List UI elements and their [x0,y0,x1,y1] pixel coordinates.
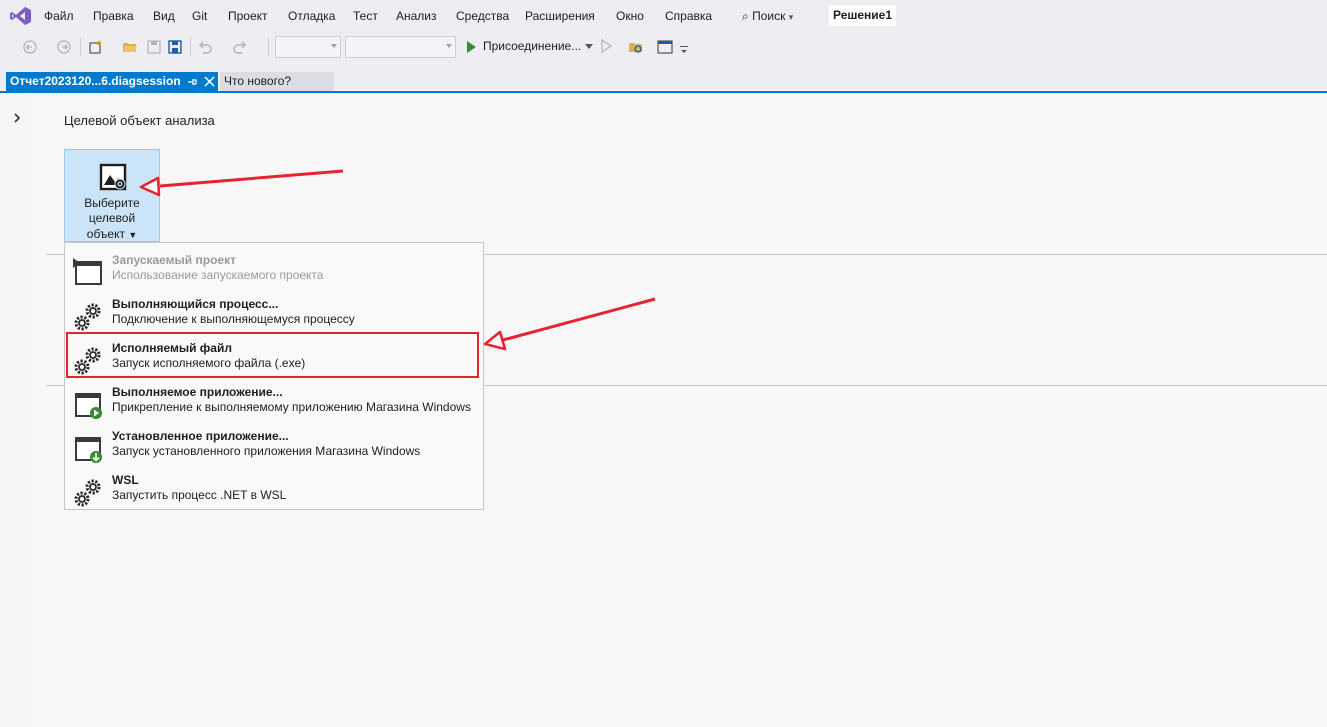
menu-bar: Файл Правка Вид Git Проект Отладка Тест … [0,0,1327,32]
tab-diagsession[interactable]: Отчет2023120...6.diagsession [6,72,218,91]
choose-target-line1: Выберите [84,196,140,210]
menu-item-installed-app[interactable]: Установленное приложение... Запуск устан… [65,426,483,470]
chevron-down-icon[interactable] [585,44,593,50]
menu-analyze[interactable]: Анализ [396,9,437,23]
solution-name: Решение1 [829,5,897,26]
save-all-icon[interactable] [167,39,183,55]
menu-edit[interactable]: Правка [93,9,134,23]
target-picture-gear-icon [99,163,127,191]
play-icon[interactable] [463,39,479,55]
menu-project[interactable]: Проект [228,9,268,23]
menu-item-title: WSL [112,473,139,487]
folder-search-icon[interactable] [628,39,644,55]
window-download-icon [75,437,102,463]
menu-item-startup-project[interactable]: Запускаемый проект Использование запуска… [65,250,483,294]
analysis-target-title: Целевой объект анализа [64,113,215,128]
search-box[interactable]: ⌕ Поиск ▾ [742,9,793,24]
play-outline-icon[interactable] [599,39,613,53]
collapsed-side-panel [0,93,29,727]
choose-target-button[interactable]: Выберите целевой объект ▼ [64,149,160,242]
search-icon: ⌕ [742,9,749,23]
menu-item-title: Запускаемый проект [112,253,236,267]
menu-file[interactable]: Файл [44,9,74,23]
redo-icon[interactable] [232,39,248,55]
menu-git[interactable]: Git [192,9,207,23]
new-project-icon[interactable] [88,39,104,55]
navigate-forward-icon[interactable] [56,39,72,55]
undo-icon[interactable] [197,39,213,55]
toolbar-separator [268,38,269,56]
window-run-icon [75,393,102,419]
menu-item-subtitle: Запустить процесс .NET в WSL [112,488,287,502]
close-icon[interactable] [204,76,215,87]
gears-icon [74,479,101,507]
toolbar-separator [80,38,81,56]
menu-view[interactable]: Вид [153,9,175,23]
menu-item-title: Установленное приложение... [112,429,289,443]
menu-item-subtitle: Запуск установленного приложения Магазин… [112,444,421,458]
menu-item-subtitle: Прикрепление к выполняемому приложению М… [112,400,471,414]
chevron-down-icon: ▾ [788,12,794,22]
menu-debug[interactable]: Отладка [288,9,335,23]
tab-whats-new[interactable]: Что нового? [220,72,334,91]
menu-item-title: Выполняющийся процесс... [112,297,279,311]
menu-item-running-app[interactable]: Выполняемое приложение... Прикрепление к… [65,382,483,426]
solution-configuration-select[interactable] [275,36,341,58]
tab-diagsession-label: Отчет2023120...6.diagsession [10,74,181,88]
save-icon[interactable] [146,39,162,55]
menu-item-subtitle: Подключение к выполняющемуся процессу [112,312,355,326]
menu-tools[interactable]: Средства [456,9,509,23]
open-folder-icon[interactable] [122,39,138,55]
window-layout-icon[interactable] [657,39,673,55]
menu-item-subtitle: Использование запускаемого проекта [112,268,324,282]
attach-button-label[interactable]: Присоединение... [483,39,581,53]
menu-window[interactable]: Окно [616,9,644,23]
chevron-down-icon: ▼ [128,230,138,240]
toolbar-overflow-icon[interactable] [680,46,688,54]
menu-help[interactable]: Справка [665,9,712,23]
visual-studio-logo-icon[interactable] [10,6,32,26]
choose-target-line2: целевой [88,211,136,225]
tab-whats-new-label: Что нового? [224,74,292,88]
annotation-highlight-box [66,332,479,378]
menu-item-wsl[interactable]: WSL Запустить процесс .NET в WSL [65,470,483,514]
choose-target-line3: объект ▼ [86,227,138,241]
search-label: Поиск [752,9,786,23]
navigate-back-icon[interactable] [22,39,38,55]
menu-test[interactable]: Тест [353,9,378,23]
menu-extensions[interactable]: Расширения [525,9,595,23]
toolbar-separator [190,38,191,56]
chevron-right-icon[interactable] [13,113,21,123]
pin-icon[interactable] [186,76,198,88]
menu-item-title: Выполняемое приложение... [112,385,283,399]
window-play-icon [73,258,102,285]
solution-platform-select[interactable] [345,36,456,58]
gears-icon [74,303,101,331]
